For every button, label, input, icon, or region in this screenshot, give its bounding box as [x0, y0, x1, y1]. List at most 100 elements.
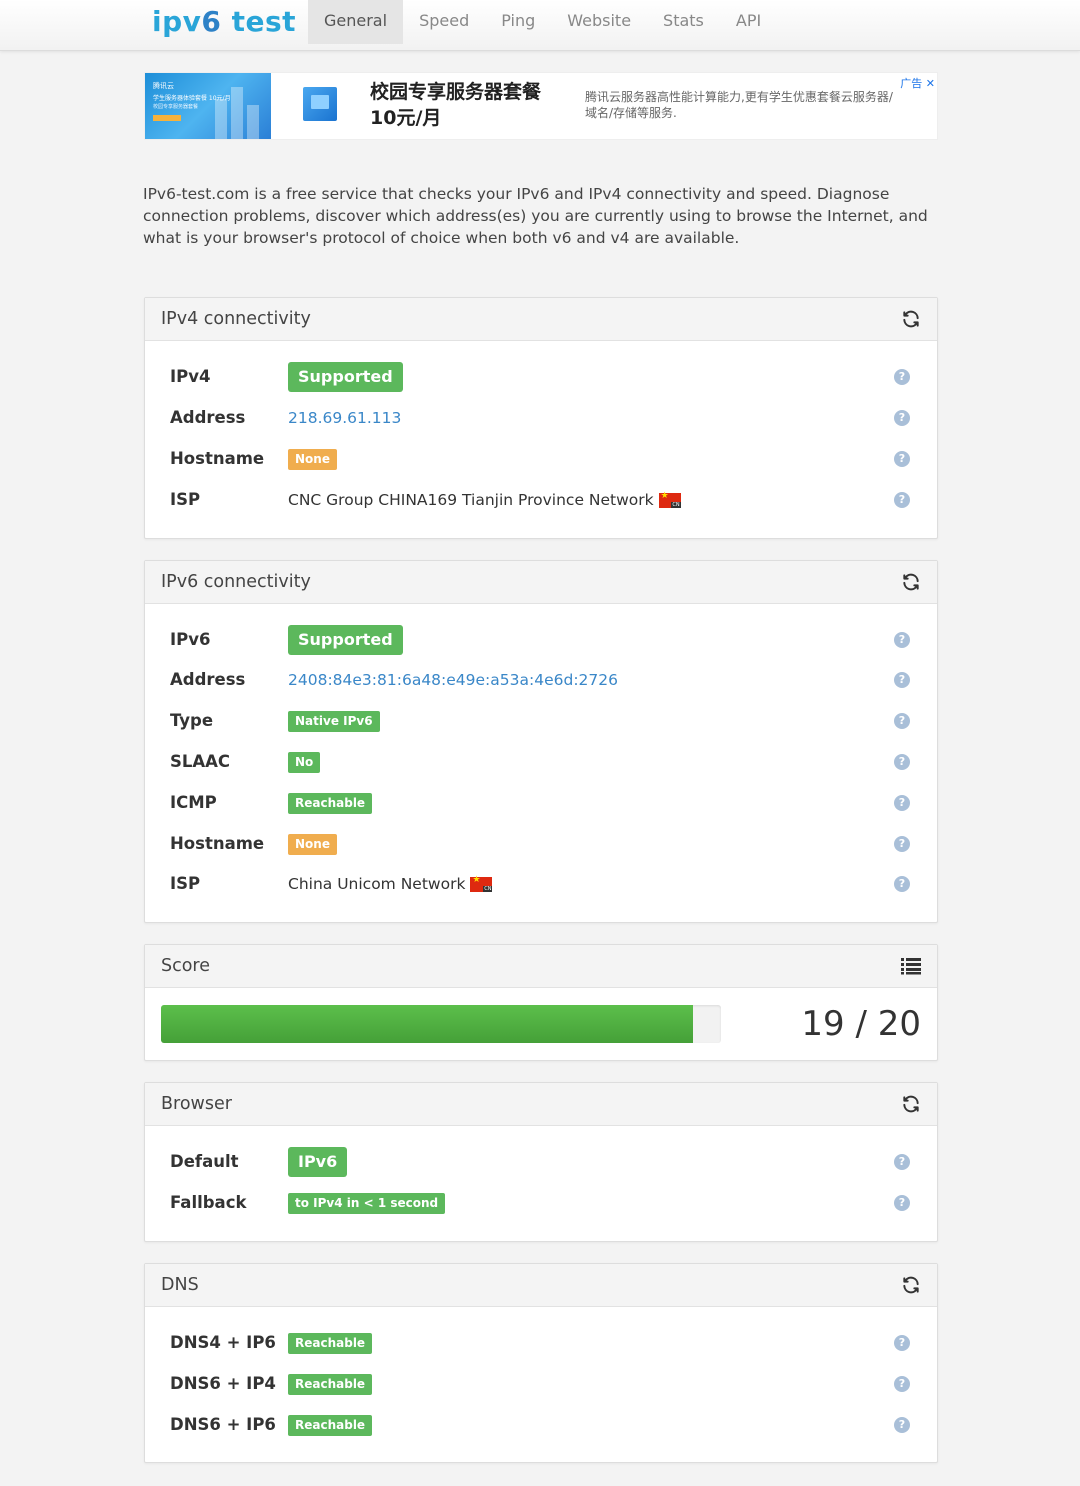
row-label: ISP — [170, 874, 201, 893]
ad-building-graphic — [231, 87, 243, 139]
ipv6-support-row: IPv6 Supported ? — [145, 625, 937, 655]
ipv6-isp-row: ISP China Unicom Network ★ CN ? — [145, 869, 937, 899]
status-badge: Reachable — [288, 1332, 373, 1354]
help-icon[interactable]: ? — [894, 632, 910, 648]
refresh-icon[interactable] — [901, 309, 921, 329]
help-icon[interactable]: ? — [894, 410, 910, 426]
refresh-icon[interactable] — [901, 1275, 921, 1295]
help-icon[interactable]: ? — [894, 1154, 910, 1170]
ad-building-graphic — [247, 105, 259, 139]
refresh-icon[interactable] — [901, 1094, 921, 1114]
row-label: Default — [170, 1152, 239, 1171]
row-label: DNS4 + IP6 — [170, 1333, 276, 1352]
dns6-ip4-row: DNS6 + IP4 Reachable ? — [145, 1369, 937, 1399]
ad-description: 腾讯云服务器高性能计算能力,更有学生优惠套餐云服务器/域名/存储等服务. — [585, 90, 893, 120]
top-navbar: ipv6 test General Speed Ping Website Sta… — [0, 0, 1080, 51]
ad-logo-icon — [303, 87, 337, 121]
dns-panel: DNS DNS4 + IP6 Reachable ? DNS6 + IP4 Re… — [144, 1263, 938, 1463]
brand-six: 6 — [201, 5, 222, 38]
status-badge: to IPv4 in < 1 second — [288, 1192, 446, 1214]
help-icon[interactable]: ? — [894, 1195, 910, 1211]
nav-stats[interactable]: Stats — [647, 0, 720, 44]
isp-name: China Unicom Network — [288, 875, 466, 893]
brand-suffix: test — [221, 5, 297, 38]
status-badge: No — [288, 751, 321, 773]
ipv4-hostname-row: Hostname None ? — [145, 444, 937, 474]
ipv6-address-link[interactable]: 2408:84e3:81:6a48:e49e:a53a:4e6d:2726 — [288, 671, 618, 689]
help-icon[interactable]: ? — [894, 754, 910, 770]
ad-banner[interactable]: 腾讯云 学生服务器体验套餐 10元/月 校园专享服务器套餐 校园专享服务器套餐 … — [144, 72, 938, 140]
china-flag-icon: ★ CN — [470, 874, 493, 892]
help-icon[interactable]: ? — [894, 713, 910, 729]
ipv6-type-row: Type Native IPv6 ? — [145, 706, 937, 736]
row-label: ISP — [170, 490, 201, 509]
status-badge: Native IPv6 — [288, 710, 380, 732]
ad-image[interactable]: 腾讯云 学生服务器体验套餐 10元/月 校园专享服务器套餐 — [145, 73, 271, 139]
row-label: Address — [170, 670, 246, 689]
status-badge: None — [288, 833, 337, 855]
ad-title[interactable]: 校园专享服务器套餐 10元/月 — [370, 79, 560, 131]
status-badge: IPv6 — [288, 1147, 348, 1177]
dns6-ip6-row: DNS6 + IP6 Reachable ? — [145, 1410, 937, 1440]
panel-title: Browser — [161, 1094, 232, 1114]
ipv4-panel: IPv4 connectivity IPv4 Supported ? Addre… — [144, 297, 938, 539]
ipv6-hostname-row: Hostname None ? — [145, 829, 937, 859]
score-value: 19 / 20 — [801, 1004, 921, 1044]
help-icon[interactable]: ? — [894, 672, 910, 688]
panel-header: IPv6 connectivity — [145, 561, 937, 604]
ipv6-panel: IPv6 connectivity IPv6 Supported ? Addre… — [144, 560, 938, 923]
status-badge: Supported — [288, 625, 403, 655]
help-icon[interactable]: ? — [894, 369, 910, 385]
help-icon[interactable]: ? — [894, 876, 910, 892]
score-progress-fill — [161, 1005, 693, 1043]
help-icon[interactable]: ? — [894, 795, 910, 811]
row-label: IPv4 — [170, 367, 211, 386]
row-label: ICMP — [170, 793, 217, 812]
brand-prefix: ipv — [152, 5, 202, 38]
help-icon[interactable]: ? — [894, 1376, 910, 1392]
list-icon[interactable] — [901, 957, 921, 975]
dns4-ip6-row: DNS4 + IP6 Reachable ? — [145, 1328, 937, 1358]
nav-ping[interactable]: Ping — [485, 0, 551, 44]
ipv6-icmp-row: ICMP Reachable ? — [145, 788, 937, 818]
status-badge: Reachable — [288, 1373, 373, 1395]
help-icon[interactable]: ? — [894, 1335, 910, 1351]
intro-text: IPv6-test.com is a free service that che… — [143, 185, 928, 247]
help-icon[interactable]: ? — [894, 451, 910, 467]
row-label: DNS6 + IP4 — [170, 1374, 276, 1393]
row-label: Fallback — [170, 1193, 247, 1212]
row-label: IPv6 — [170, 630, 211, 649]
row-label: Hostname — [170, 834, 265, 853]
refresh-icon[interactable] — [901, 572, 921, 592]
ad-building-graphic — [215, 99, 227, 139]
row-label: SLAAC — [170, 752, 231, 771]
status-badge: Reachable — [288, 792, 373, 814]
flag-code: CN — [483, 885, 493, 892]
nav-general[interactable]: General — [308, 0, 404, 44]
nav-speed[interactable]: Speed — [403, 0, 485, 44]
brand-logo[interactable]: ipv6 test — [152, 2, 296, 48]
nav-website[interactable]: Website — [551, 0, 647, 44]
row-label: DNS6 + IP6 — [170, 1415, 276, 1434]
status-badge: None — [288, 448, 337, 470]
ipv4-address-link[interactable]: 218.69.61.113 — [288, 409, 401, 427]
nav-api[interactable]: API — [720, 0, 777, 44]
flag-star: ★ — [660, 490, 669, 501]
help-icon[interactable]: ? — [894, 492, 910, 508]
panel-title: IPv6 connectivity — [161, 572, 311, 592]
ipv4-address-row: Address 218.69.61.113 ? — [145, 403, 937, 433]
ad-close-tag[interactable]: 广告 ✕ — [900, 75, 935, 91]
help-icon[interactable]: ? — [894, 1417, 910, 1433]
help-icon[interactable]: ? — [894, 836, 910, 852]
browser-fallback-row: Fallback to IPv4 in < 1 second ? — [145, 1188, 937, 1218]
flag-code: CN — [671, 501, 681, 508]
panel-header: IPv4 connectivity — [145, 298, 937, 341]
flag-star: ★ — [472, 874, 481, 885]
ad-image-subline: 校园专享服务器套餐 — [153, 104, 199, 110]
ad-image-button — [153, 115, 181, 121]
row-label: Hostname — [170, 449, 265, 468]
row-label: Address — [170, 408, 246, 427]
score-progress-bar — [161, 1005, 721, 1043]
panel-header: DNS — [145, 1264, 937, 1307]
panel-title: Score — [161, 956, 211, 976]
